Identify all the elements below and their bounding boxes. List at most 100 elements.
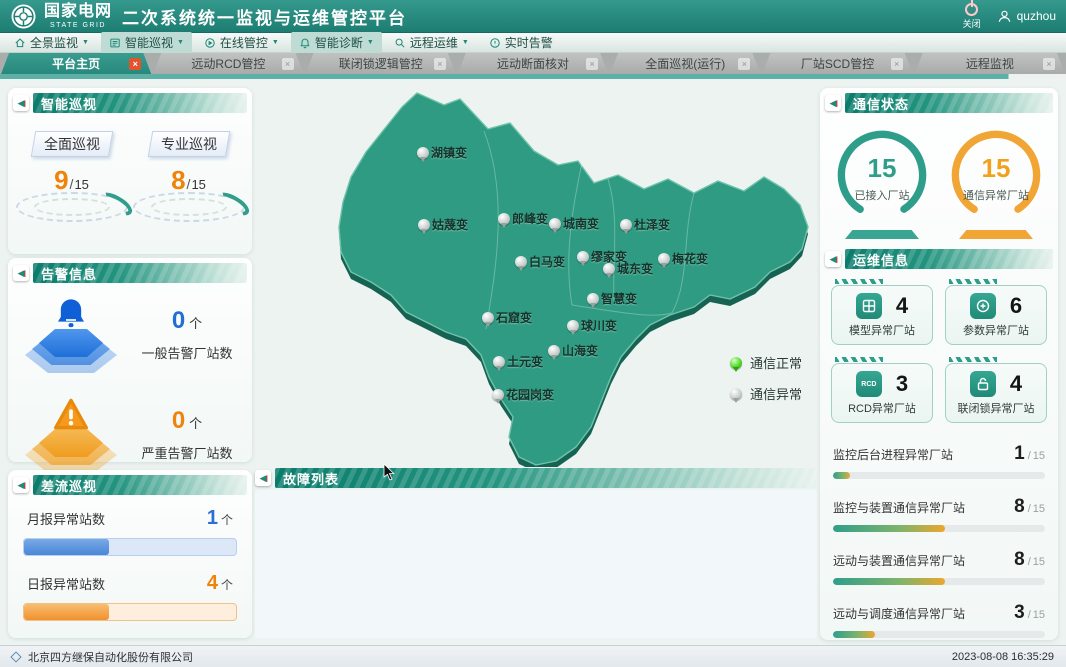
close-icon[interactable]: × (891, 58, 903, 70)
general-alarm-count: 0 (172, 307, 185, 334)
close-icon[interactable]: × (586, 58, 598, 70)
chevron-down-icon: ▼ (367, 39, 374, 46)
close-icon[interactable]: × (129, 58, 141, 70)
full-patrol-widget[interactable]: 全面巡视 9/15 (20, 131, 124, 222)
collapse-arrow-icon[interactable]: ◀ (825, 95, 841, 111)
tab-bar: 平台主页× 远动RCD管控× 联闭锁逻辑管控× 远动断面核对× 全面巡视(运行)… (0, 53, 1066, 74)
section-title: 智能巡视 (41, 94, 97, 113)
tab-interlock-logic[interactable]: 联闭锁逻辑管控× (306, 53, 456, 74)
tab-full-patrol-running[interactable]: 全面巡视(运行)× (610, 53, 760, 74)
brand-name-cn: 国家电网 (44, 4, 112, 20)
monthly-progress-bar (23, 538, 237, 556)
user-icon (997, 9, 1012, 24)
close-icon[interactable]: × (738, 58, 750, 70)
fault-list-panel[interactable] (255, 490, 817, 638)
progress-row-remote-device-comm: 远动与装置通信异常厂站 8/15 (833, 549, 1045, 585)
section-title: 通信状态 (853, 94, 909, 113)
right-panel: ◀ 通信状态 15 已接入厂站 15 通信异常厂站 ◀ 运维信息 (820, 88, 1058, 640)
home-icon (14, 37, 26, 49)
map-legend: 通信正常 通信异常 (730, 353, 802, 415)
user-menu[interactable]: quzhou (997, 9, 1056, 24)
progress-bar (833, 631, 1045, 638)
close-icon[interactable]: × (1043, 58, 1055, 70)
collapse-arrow-icon[interactable]: ◀ (255, 470, 271, 486)
severe-alarm-count: 0 (172, 407, 185, 434)
menu-item-online-control[interactable]: 在线管控 ▼ (196, 32, 287, 53)
station-pin-icon (418, 219, 430, 231)
tab-remote-rcd[interactable]: 远动RCD管控× (153, 53, 303, 74)
collapse-arrow-icon[interactable]: ◀ (13, 95, 29, 111)
param-abnormal-card[interactable]: 6 参数异常厂站 (945, 285, 1047, 345)
menu-item-realtime-alarm[interactable]: 实时告警 (481, 32, 561, 53)
close-button[interactable]: 关闭 (963, 3, 981, 30)
station-pin-icon (548, 345, 560, 357)
lock-icon (970, 371, 996, 397)
map-station[interactable]: 白马变 (515, 253, 565, 270)
severe-alarm-row: 0个 严重告警厂站数 (13, 383, 247, 483)
collapse-arrow-icon[interactable]: ◀ (13, 477, 29, 493)
menu-item-smart-diagnosis[interactable]: 智能诊断 ▼ (291, 32, 382, 53)
tab-platform-home[interactable]: 平台主页× (1, 53, 151, 74)
gauge-value: 15 (944, 153, 1048, 184)
collapse-arrow-icon[interactable]: ◀ (825, 251, 841, 267)
general-alarm-label: 一般告警厂站数 (133, 343, 241, 362)
power-icon (965, 3, 978, 16)
map-station[interactable]: 姑蔑变 (418, 216, 468, 233)
model-icon (856, 293, 882, 319)
station-pin-icon (587, 293, 599, 305)
brand-name-en: STATE GRID (44, 22, 112, 29)
close-icon[interactable]: × (434, 58, 446, 70)
map-station[interactable]: 石窟变 (482, 309, 532, 326)
page-title: 二次系统统一监视与运维管控平台 (122, 4, 407, 29)
map-station[interactable]: 城南变 (549, 215, 599, 232)
tab-station-scd[interactable]: 厂站SCD管控× (762, 53, 912, 74)
tab-remote-monitor[interactable]: 远程监视× (915, 53, 1065, 74)
list-icon (109, 37, 121, 49)
map-station[interactable]: 湖镇变 (417, 144, 467, 161)
close-icon[interactable]: × (282, 58, 294, 70)
section-header-diff-patrol: ◀ 差流巡视 (13, 475, 247, 495)
section-header-ops-info: ◀ 运维信息 (825, 249, 1053, 269)
company-icon (10, 651, 21, 662)
section-title: 故障列表 (283, 469, 339, 488)
map-station[interactable]: 花园岗变 (492, 386, 554, 403)
rcd-abnormal-card[interactable]: RCD 3 RCD异常厂站 (831, 363, 933, 423)
progress-row-monitor-device-comm: 监控与装置通信异常厂站 8/15 (833, 496, 1045, 532)
professional-patrol-widget[interactable]: 专业巡视 8/15 (137, 131, 241, 222)
interlock-abnormal-card[interactable]: 4 联闭锁异常厂站 (945, 363, 1047, 423)
section-title: 告警信息 (41, 264, 97, 283)
user-area: 关闭 quzhou (963, 3, 1056, 30)
map-station[interactable]: 土元变 (493, 353, 543, 370)
region-map[interactable]: 湖镇变 姑蔑变 郎峰变 城南变 杜泽变 白马变 缪家变 城东变 梅花变 智慧变 … (252, 79, 818, 467)
status-bar: 北京四方继保自动化股份有限公司 2023-08-08 16:35:29 (0, 645, 1066, 667)
map-station[interactable]: 球川变 (567, 317, 617, 334)
station-pin-icon (567, 320, 579, 332)
comm-abnormal-icon (730, 388, 742, 400)
collapse-arrow-icon[interactable]: ◀ (13, 265, 29, 281)
menu-item-panorama[interactable]: 全景监视 ▼ (6, 32, 97, 53)
map-station[interactable]: 杜泽变 (620, 216, 670, 233)
chevron-down-icon: ▼ (82, 39, 89, 46)
widget-value: 8/15 (137, 165, 241, 196)
username: quzhou (1017, 9, 1056, 23)
clock: 2023-08-08 16:35:29 (952, 651, 1054, 663)
station-pin-icon (492, 389, 504, 401)
gauge-label: 已接入厂站 (830, 187, 934, 203)
menu-item-smart-patrol[interactable]: 智能巡视 ▼ (101, 32, 192, 53)
chevron-down-icon: ▼ (177, 39, 184, 46)
map-station[interactable]: 山海变 (548, 342, 598, 359)
daily-abnormal-row: 日报异常站数 4个 (13, 560, 247, 625)
tab-remote-section-check[interactable]: 远动断面核对× (458, 53, 608, 74)
map-station[interactable]: 城东变 (603, 260, 653, 277)
company-name: 北京四方继保自动化股份有限公司 (28, 649, 193, 665)
map-station[interactable]: 郎峰变 (498, 210, 548, 227)
smart-patrol-panel: ◀ 智能巡视 全面巡视 9/15 专业巡视 8/15 (8, 88, 252, 254)
model-abnormal-card[interactable]: 4 模型异常厂站 (831, 285, 933, 345)
search-icon (394, 37, 406, 49)
map-station[interactable]: 梅花变 (658, 250, 708, 267)
map-station[interactable]: 智慧变 (587, 290, 637, 307)
menu-item-remote-ops[interactable]: 远程运维 ▼ (386, 32, 477, 53)
brand: 国家电网 STATE GRID (44, 4, 112, 29)
connected-stations-gauge: 15 已接入厂站 (830, 127, 934, 239)
widget-value: 9/15 (20, 165, 124, 196)
